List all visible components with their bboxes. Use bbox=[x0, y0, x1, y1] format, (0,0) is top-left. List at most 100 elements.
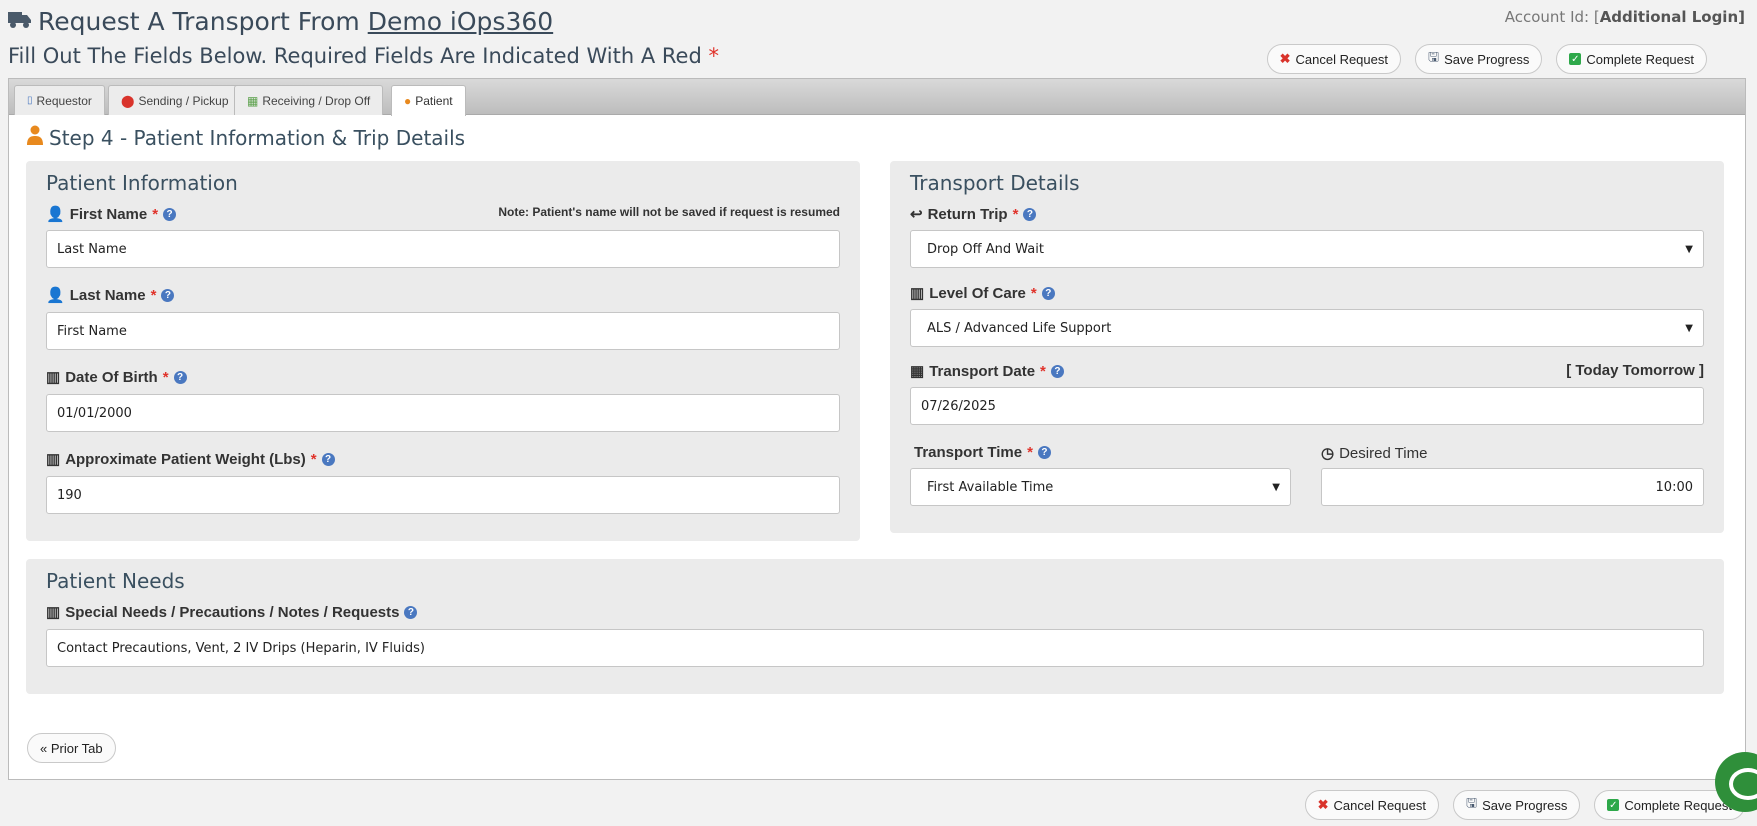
special-needs-field[interactable]: Contact Precautions, Vent, 2 IV Drips (H… bbox=[46, 629, 1704, 667]
complete-label: Complete Request bbox=[1586, 51, 1694, 67]
patient-information-card: Patient Information Note: Patient's name… bbox=[26, 161, 860, 541]
step-title: Step 4 - Patient Information & Trip Deta… bbox=[27, 125, 465, 150]
page-title: Request A Transport From Demo iOps360 bbox=[8, 4, 553, 38]
close-icon: ✖ bbox=[1279, 51, 1291, 66]
tab-receiving-dropoff[interactable]: ▦ Receiving / Drop Off bbox=[234, 85, 384, 115]
close-icon: ✖ bbox=[1317, 797, 1329, 812]
return-trip-label: ↩ Return Trip * ? bbox=[910, 205, 1037, 223]
label-text: Special Needs / Precautions / Notes / Re… bbox=[65, 603, 400, 621]
first-name-label: 👤 First Name * ? bbox=[46, 205, 177, 223]
bottom-actions: ✖ Cancel Request 🖫 Save Progress ✓ Complete… bbox=[1304, 790, 1745, 820]
required-marker: * bbox=[310, 450, 317, 468]
page-subtitle: Fill Out The Fields Below. Required Fiel… bbox=[8, 44, 719, 68]
help-icon[interactable]: ? bbox=[1037, 446, 1051, 459]
label-text: Last Name bbox=[69, 286, 146, 304]
transport-date-label: ▦ Transport Date * ? bbox=[910, 362, 1064, 380]
transport-details-card: Transport Details ↩ Return Trip * ? Drop… bbox=[890, 161, 1724, 533]
tab-bar: ▯ Requestor ⬤ Sending / Pickup ▦ Receivi… bbox=[9, 79, 1745, 116]
help-icon[interactable]: ? bbox=[173, 370, 187, 384]
tab-sending-pickup[interactable]: ⬤ Sending / Pickup bbox=[108, 85, 242, 115]
desired-time-label: ◷ Desired Time bbox=[1321, 444, 1428, 463]
patient-needs-card: Patient Needs ▥ Special Needs / Precauti… bbox=[26, 559, 1724, 694]
tab-label: Sending / Pickup bbox=[138, 93, 229, 108]
bar-chart-icon: ▥ bbox=[46, 451, 61, 468]
required-marker: * bbox=[1012, 205, 1019, 223]
dob-field[interactable]: 01/01/2000 bbox=[46, 394, 840, 432]
desired-time-field[interactable]: 10:00 bbox=[1321, 468, 1704, 506]
help-icon[interactable]: ? bbox=[161, 288, 175, 302]
select-value: First Available Time bbox=[927, 479, 1054, 495]
mobile-icon: ▯ bbox=[27, 95, 33, 106]
save-label: Save Progress bbox=[1444, 51, 1530, 67]
save-progress-button[interactable]: 🖫 Save Progress bbox=[1414, 44, 1543, 74]
special-needs-label: ▥ Special Needs / Precautions / Notes / … bbox=[46, 603, 418, 621]
required-marker: * bbox=[152, 205, 159, 223]
user-icon: ● bbox=[404, 94, 412, 108]
return-trip-select[interactable]: Drop Off And Wait ▼ bbox=[910, 230, 1704, 268]
label-text: Level Of Care bbox=[929, 284, 1026, 302]
user-icon bbox=[27, 125, 43, 150]
level-of-care-select[interactable]: ALS / Advanced Life Support ▼ bbox=[910, 309, 1704, 347]
company-link[interactable]: Demo iOps360 bbox=[368, 7, 553, 36]
clock-icon: ◷ bbox=[1321, 445, 1335, 462]
transport-time-label: Transport Time * ? bbox=[914, 444, 1051, 461]
prior-tab-button[interactable]: « Prior Tab bbox=[27, 733, 116, 763]
required-marker: * bbox=[150, 286, 157, 304]
cancel-request-button[interactable]: ✖ Cancel Request bbox=[1266, 44, 1401, 74]
help-icon[interactable]: ? bbox=[1023, 207, 1037, 221]
top-actions: ✖ Cancel Request 🖫 Save Progress ✓ Complete… bbox=[1266, 44, 1707, 74]
last-name-field[interactable]: First Name bbox=[46, 312, 840, 350]
bar-chart-icon: ▥ bbox=[46, 369, 61, 386]
tab-label: Receiving / Drop Off bbox=[262, 93, 371, 108]
reply-all-icon: ↩ bbox=[910, 206, 923, 223]
cancel-label: Cancel Request bbox=[1333, 797, 1426, 813]
check-icon: ✓ bbox=[1569, 53, 1582, 65]
save-icon: 🖫 bbox=[1427, 49, 1440, 64]
help-icon[interactable]: ? bbox=[163, 207, 177, 221]
weight-label: ▥ Approximate Patient Weight (Lbs) * ? bbox=[46, 450, 335, 468]
chevron-down-icon: ▼ bbox=[1685, 243, 1693, 255]
truck-icon bbox=[8, 9, 32, 33]
label-text: Approximate Patient Weight (Lbs) bbox=[65, 450, 306, 468]
save-progress-button[interactable]: 🖫 Save Progress bbox=[1452, 790, 1581, 820]
required-marker: * bbox=[1027, 444, 1033, 461]
transport-time-select[interactable]: First Available Time ▼ bbox=[910, 468, 1291, 506]
transport-date-field[interactable]: 07/26/2025 bbox=[910, 387, 1704, 425]
cancel-label: Cancel Request bbox=[1295, 51, 1388, 67]
help-icon[interactable]: ? bbox=[404, 605, 418, 619]
dob-label: ▥ Date Of Birth * ? bbox=[46, 368, 187, 386]
quick-date-links[interactable]: [ Today Tomorrow ] bbox=[1566, 362, 1704, 379]
bar-chart-icon: ▥ bbox=[910, 285, 925, 302]
patient-needs-title: Patient Needs bbox=[46, 569, 185, 593]
account-id: Account Id: [Additional Login] bbox=[1505, 8, 1745, 26]
user-icon: 👤 bbox=[46, 287, 65, 304]
help-icon[interactable]: ? bbox=[1041, 286, 1055, 300]
help-icon[interactable]: ? bbox=[1050, 364, 1064, 378]
transport-details-title: Transport Details bbox=[910, 171, 1080, 195]
last-name-label: 👤 Last Name * ? bbox=[46, 286, 175, 304]
tab-patient[interactable]: ● Patient bbox=[391, 85, 466, 116]
label-text: Date Of Birth bbox=[65, 368, 158, 386]
chevron-down-icon: ▼ bbox=[1685, 322, 1693, 334]
label-text: Desired Time bbox=[1339, 444, 1428, 462]
complete-request-button[interactable]: ✓ Complete Request bbox=[1556, 44, 1707, 74]
required-marker: * bbox=[1030, 284, 1037, 302]
required-marker: * bbox=[708, 44, 720, 68]
bar-chart-icon: ▥ bbox=[46, 604, 61, 621]
help-icon[interactable]: ? bbox=[321, 452, 335, 466]
weight-field[interactable]: 190 bbox=[46, 476, 840, 514]
label-text: Transport Time bbox=[914, 444, 1023, 461]
first-name-field[interactable]: Last Name bbox=[46, 230, 840, 268]
additional-login-link[interactable]: Additional Login] bbox=[1600, 8, 1745, 26]
tab-label: Requestor bbox=[36, 93, 92, 108]
select-value: ALS / Advanced Life Support bbox=[927, 320, 1112, 336]
cancel-request-button[interactable]: ✖ Cancel Request bbox=[1304, 790, 1439, 820]
save-label: Save Progress bbox=[1482, 797, 1568, 813]
tab-requestor[interactable]: ▯ Requestor bbox=[14, 85, 105, 115]
calendar-icon: ▦ bbox=[910, 363, 925, 380]
label-text: Return Trip bbox=[927, 205, 1008, 223]
subtitle-text: Fill Out The Fields Below. Required Fiel… bbox=[8, 44, 702, 68]
map-marker-icon: ⬤ bbox=[121, 93, 135, 108]
save-icon: 🖫 bbox=[1465, 795, 1478, 810]
label-text: First Name bbox=[69, 205, 148, 223]
